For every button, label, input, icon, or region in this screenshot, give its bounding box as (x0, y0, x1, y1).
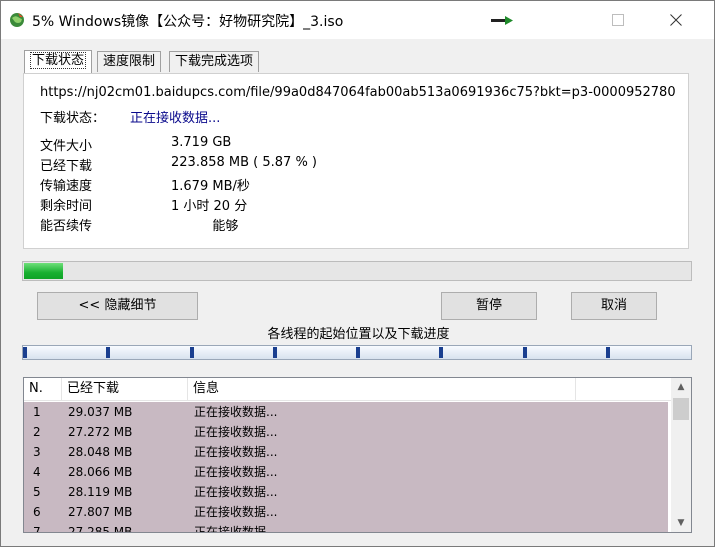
tab-label: 下载完成选项 (175, 54, 254, 69)
row-downloaded: 27.285 MB (68, 525, 133, 533)
remaining-time-value: 1 小时 20 分 (171, 199, 248, 214)
row-info: 正在接收数据... (194, 505, 278, 519)
table-row[interactable]: 6 27.807 MB 正在接收数据... (24, 502, 668, 522)
row-info: 正在接收数据... (194, 405, 278, 419)
thread-marker (106, 347, 110, 358)
thread-marker (606, 347, 610, 358)
thread-marker (523, 347, 527, 358)
minimize-icon (491, 16, 513, 25)
row-number: 1 (33, 405, 41, 419)
scroll-thumb[interactable] (673, 398, 689, 420)
row-info: 正在接收数据... (194, 465, 278, 479)
close-icon (670, 14, 682, 26)
maximize-icon (612, 14, 624, 26)
download-progress-bar (22, 261, 692, 281)
row-number: 5 (33, 485, 41, 499)
row-info: 正在接收数据... (194, 525, 278, 533)
resume-value: 能够 (171, 219, 239, 234)
row-info: 正在接收数据... (194, 425, 278, 439)
maximize-button[interactable] (595, 1, 641, 39)
title-bar[interactable]: 5% Windows镜像【公众号：好物研究院】_3.iso (1, 1, 714, 39)
row-downloaded: 28.119 MB (68, 485, 133, 499)
progress-fill (24, 263, 63, 279)
status-panel: https://nj02cm01.baidupcs.com/file/99a0d… (23, 73, 689, 249)
row-number: 7 (33, 525, 41, 533)
tab-label: 下载状态 (30, 52, 87, 69)
row-number: 6 (33, 505, 41, 519)
download-url: https://nj02cm01.baidupcs.com/file/99a0d… (40, 85, 676, 100)
table-row[interactable]: 3 28.048 MB 正在接收数据... (24, 442, 668, 462)
row-number: 3 (33, 445, 41, 459)
pause-button[interactable]: 暂停 (441, 292, 537, 320)
downloaded-value: 223.858 MB ( 5.87 % ) (171, 155, 317, 170)
app-globe-icon (10, 13, 24, 27)
status-value: 正在接收数据... (130, 111, 221, 126)
thread-marker (356, 347, 360, 358)
threads-progress-bar (22, 345, 692, 360)
list-scrollbar[interactable]: ▲ ▼ (671, 378, 691, 532)
speed-label: 传输速度 (40, 179, 93, 194)
table-row[interactable]: 2 27.272 MB 正在接收数据... (24, 422, 668, 442)
row-downloaded: 29.037 MB (68, 405, 133, 419)
table-row[interactable]: 4 28.066 MB 正在接收数据... (24, 462, 668, 482)
row-downloaded: 27.807 MB (68, 505, 133, 519)
thread-marker (439, 347, 443, 358)
status-label: 下载状态： (40, 111, 106, 126)
row-downloaded: 28.048 MB (68, 445, 133, 459)
scroll-down-icon[interactable]: ▼ (671, 514, 691, 532)
thread-marker (23, 347, 27, 358)
downloaded-label: 已经下载 (40, 159, 93, 174)
threads-caption: 各线程的起始位置以及下载进度 (267, 327, 450, 342)
column-header-info[interactable]: 信息 (188, 378, 576, 400)
hide-details-button[interactable]: << 隐藏细节 (37, 292, 198, 320)
minimize-button[interactable] (479, 1, 525, 39)
tab-download-status[interactable]: 下载状态 (24, 50, 93, 73)
cancel-button[interactable]: 取消 (571, 292, 657, 320)
file-size-value: 3.719 GB (171, 135, 232, 150)
resume-label: 能否续传 (40, 219, 93, 234)
tab-speed-limit[interactable]: 速度限制 (97, 51, 162, 72)
remaining-time-label: 剩余时间 (40, 199, 93, 214)
row-info: 正在接收数据... (194, 445, 278, 459)
column-header-downloaded[interactable]: 已经下载 (62, 378, 188, 400)
tab-complete-options[interactable]: 下载完成选项 (169, 51, 260, 72)
row-number: 4 (33, 465, 41, 479)
thread-list[interactable]: N. 已经下载 信息 1 29.037 MB 正在接收数据... 2 27.272 MB… (23, 377, 692, 533)
row-info: 正在接收数据... (194, 485, 278, 499)
table-row[interactable]: 5 28.119 MB 正在接收数据... (24, 482, 668, 502)
row-downloaded: 28.066 MB (68, 465, 133, 479)
column-header-n[interactable]: N. (24, 378, 62, 400)
scroll-up-icon[interactable]: ▲ (671, 378, 691, 396)
row-downloaded: 27.272 MB (68, 425, 133, 439)
file-size-label: 文件大小 (40, 139, 93, 154)
thread-marker (190, 347, 194, 358)
row-number: 2 (33, 425, 41, 439)
tab-label: 速度限制 (103, 54, 156, 69)
window-title: 5% Windows镜像【公众号：好物研究院】_3.iso (32, 14, 344, 30)
table-row[interactable]: 1 29.037 MB 正在接收数据... (24, 402, 668, 422)
speed-value: 1.679 MB/秒 (171, 179, 250, 194)
close-button[interactable] (653, 1, 699, 39)
thread-marker (273, 347, 277, 358)
download-window: 5% Windows镜像【公众号：好物研究院】_3.iso 下载状态 速度限制 … (0, 0, 715, 547)
table-row[interactable]: 7 27.285 MB 正在接收数据... (24, 522, 668, 533)
list-header: N. 已经下载 信息 (24, 378, 671, 401)
